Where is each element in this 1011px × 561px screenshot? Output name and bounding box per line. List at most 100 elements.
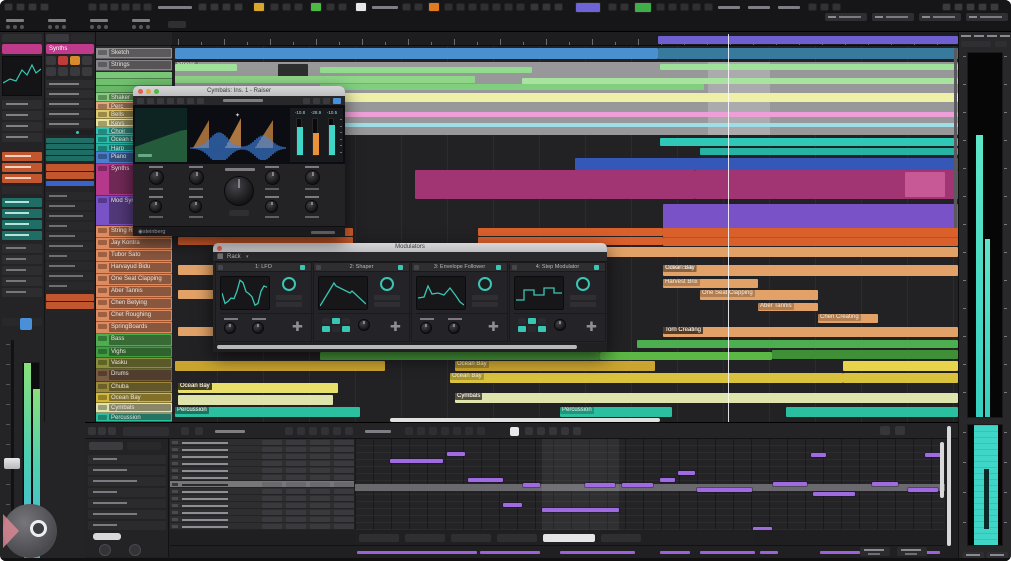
editor-zone-button[interactable] bbox=[895, 426, 905, 435]
toolbar-button[interactable] bbox=[656, 3, 665, 11]
tab-visibility[interactable] bbox=[71, 34, 94, 42]
clip[interactable] bbox=[175, 48, 658, 59]
step-cell[interactable] bbox=[528, 318, 536, 324]
knob[interactable] bbox=[189, 170, 204, 185]
lane-cell[interactable] bbox=[310, 461, 330, 466]
modulators-window[interactable]: Modulators ▦ Rack ▾ 1: LFO ✚ 2: Shaper ✚ 3: … bbox=[213, 243, 609, 352]
channel-button[interactable] bbox=[46, 56, 56, 65]
track-row[interactable]: Jay Kontra bbox=[96, 238, 172, 250]
clip[interactable] bbox=[175, 76, 475, 83]
editor-scrollbar[interactable] bbox=[947, 426, 951, 546]
channel-button[interactable] bbox=[58, 67, 68, 76]
toolbar-button[interactable] bbox=[608, 3, 617, 11]
drum-lane-row[interactable] bbox=[170, 439, 354, 446]
toolbar-button[interactable] bbox=[121, 3, 130, 11]
midi-note[interactable] bbox=[503, 503, 522, 507]
toolbar-button[interactable] bbox=[542, 3, 551, 11]
lane-cell[interactable] bbox=[262, 524, 282, 529]
midi-note[interactable] bbox=[773, 482, 807, 486]
channel-button[interactable] bbox=[82, 67, 92, 76]
toolbar-button[interactable] bbox=[620, 3, 629, 11]
track-row[interactable]: Harvayud Bidu bbox=[96, 262, 172, 274]
midi-note[interactable] bbox=[908, 488, 938, 492]
editor-button[interactable] bbox=[573, 427, 581, 435]
lane-cell[interactable] bbox=[286, 524, 306, 529]
add-modulator-icon[interactable]: ✚ bbox=[292, 319, 303, 335]
knob[interactable] bbox=[149, 200, 162, 213]
midi-note[interactable] bbox=[447, 452, 465, 456]
midi-note[interactable] bbox=[523, 483, 540, 487]
midi-note[interactable] bbox=[811, 453, 826, 457]
mini-knob[interactable] bbox=[48, 25, 52, 29]
lane-cell[interactable] bbox=[310, 482, 330, 487]
knob[interactable] bbox=[189, 200, 202, 213]
fader-handle[interactable] bbox=[4, 458, 20, 469]
clip[interactable] bbox=[175, 64, 237, 71]
channel-button[interactable] bbox=[70, 67, 80, 76]
clip[interactable] bbox=[178, 290, 216, 299]
depth-knob[interactable] bbox=[576, 277, 590, 291]
knob[interactable] bbox=[265, 170, 280, 185]
editor-button[interactable] bbox=[453, 427, 461, 435]
plugin-toolbar-button[interactable] bbox=[197, 98, 204, 104]
slider-handle[interactable] bbox=[76, 131, 79, 134]
toolbar-button[interactable] bbox=[530, 3, 539, 11]
editor-button[interactable] bbox=[441, 427, 449, 435]
edit-channel-button[interactable] bbox=[20, 318, 32, 330]
editor-tab-chip[interactable] bbox=[359, 534, 399, 542]
toolbar-button[interactable] bbox=[210, 3, 219, 11]
knob[interactable] bbox=[305, 200, 318, 213]
toolbar-button[interactable] bbox=[326, 3, 335, 11]
editor-knob[interactable] bbox=[129, 544, 141, 556]
accent-button-yellow[interactable] bbox=[253, 2, 265, 12]
mini-knob[interactable] bbox=[62, 25, 66, 29]
controller-bar[interactable] bbox=[700, 551, 755, 554]
depth-knob[interactable] bbox=[380, 277, 394, 291]
depth-knob[interactable] bbox=[478, 277, 492, 291]
lane-cell[interactable] bbox=[310, 468, 330, 473]
toolbar-button[interactable] bbox=[88, 3, 97, 11]
toolbar-button[interactable] bbox=[516, 3, 525, 11]
toolbar-button[interactable] bbox=[704, 3, 713, 11]
step-cell[interactable] bbox=[538, 326, 546, 332]
editor-tab-chip[interactable] bbox=[497, 534, 537, 542]
plugin-window[interactable]: Cymbals: Ins. 1 - Raiser ✦ -10.8 -28.9 -10… bbox=[133, 86, 345, 236]
drum-lane-row[interactable] bbox=[170, 523, 354, 530]
plugin-toolbar-button[interactable] bbox=[323, 98, 330, 104]
quantize-pill[interactable] bbox=[93, 533, 121, 540]
drum-lane-row[interactable] bbox=[170, 446, 354, 453]
lane-cell[interactable] bbox=[262, 475, 282, 480]
lane-cell[interactable] bbox=[334, 454, 354, 459]
clip[interactable] bbox=[178, 327, 216, 336]
track-row[interactable]: Drums bbox=[96, 369, 172, 382]
lane-cell[interactable] bbox=[262, 440, 282, 445]
modulator-header[interactable]: 3: Envelope Follower bbox=[412, 263, 507, 272]
lane-cell[interactable] bbox=[286, 496, 306, 501]
track-row[interactable] bbox=[96, 72, 172, 79]
clip[interactable] bbox=[658, 48, 958, 59]
mini-knob[interactable] bbox=[90, 25, 94, 29]
midi-insert-slot[interactable] bbox=[46, 138, 94, 143]
knob[interactable] bbox=[265, 200, 278, 213]
toolbar-button[interactable] bbox=[668, 3, 677, 11]
drum-lane-row[interactable] bbox=[170, 516, 354, 523]
track-row[interactable]: Vighs bbox=[96, 347, 172, 358]
jog-dial[interactable] bbox=[3, 504, 57, 558]
meter-tab[interactable] bbox=[961, 35, 971, 37]
workspace-chip[interactable] bbox=[966, 13, 1008, 21]
tab-inspector[interactable] bbox=[46, 34, 69, 42]
window-titlebar[interactable]: Cymbals: Ins. 1 - Raiser bbox=[133, 86, 345, 96]
toolbar-button[interactable] bbox=[282, 3, 291, 11]
step-cell[interactable] bbox=[528, 326, 536, 332]
plugin-toolbar-button[interactable] bbox=[137, 98, 144, 104]
lane-cell[interactable] bbox=[334, 496, 354, 501]
editor-button[interactable] bbox=[88, 427, 96, 435]
modulator-header[interactable]: 4: Step Modulator bbox=[510, 263, 605, 272]
toolbar-button[interactable] bbox=[492, 3, 501, 11]
editor-tab-chip[interactable] bbox=[601, 534, 641, 542]
track-row[interactable]: Chen Betying bbox=[96, 298, 172, 310]
mini-knob[interactable] bbox=[358, 319, 370, 331]
plugin-toolbar-button[interactable] bbox=[167, 98, 174, 104]
send-slot[interactable] bbox=[46, 302, 94, 309]
toolbar-button[interactable] bbox=[468, 3, 477, 11]
